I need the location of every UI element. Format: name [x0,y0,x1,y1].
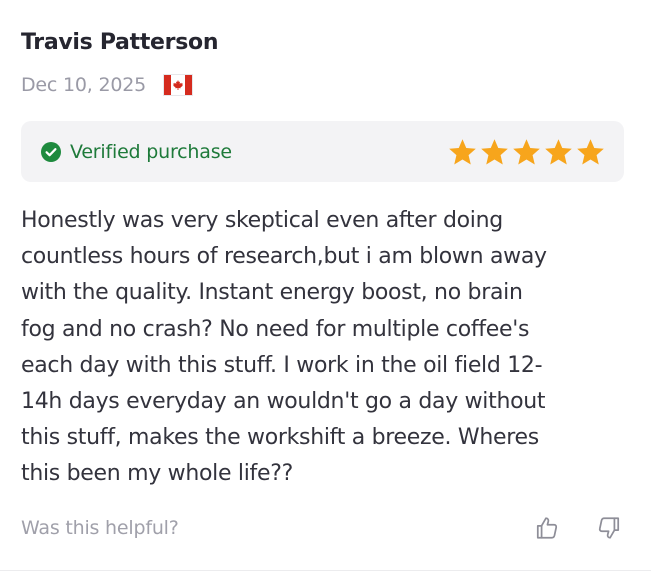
review-text-line: 14h days everyday an wouldn't go a day w… [21,389,546,415]
star-icon [479,137,510,167]
star-rating [447,121,606,182]
review-date: Dec 10, 2025 [21,74,147,96]
thumbs-down-icon[interactable] [596,515,622,541]
reviewer-name: Travis Patterson [21,30,219,55]
review-text-line: countless hours of research,but i am blo… [21,244,547,270]
star-icon [575,137,606,167]
divider [0,570,651,571]
verified-rating-bar: Verified purchase [21,121,624,182]
verified-purchase-badge: Verified purchase [41,121,232,182]
review-text-line: Honestly was very skeptical even after d… [21,208,503,233]
review-meta: Dec 10, 2025 [21,74,194,96]
verified-purchase-label: Verified purchase [70,140,232,163]
review-text: Honestly was very skeptical even after d… [21,203,631,493]
review-text-line: fog and no crash? No need for multiple c… [21,316,530,342]
review-card: Travis Patterson Dec 10, 2025 Verified p… [0,0,651,575]
review-text-line: this stuff, makes the workshift a breeze… [21,425,539,451]
review-text-line: with the quality. Instant energy boost, … [21,280,523,306]
thumbs-up-icon[interactable] [534,515,560,541]
canada-flag-icon [163,74,194,96]
helpful-votes [534,515,622,541]
helpful-row: Was this helpful? [21,510,624,546]
star-icon [511,137,542,167]
review-text-line: this been my whole life?? [21,461,293,487]
review-text-line: each day with this stuff. I work in the … [21,352,543,378]
star-icon [543,137,574,167]
check-circle-icon [41,141,61,162]
star-icon [447,137,478,167]
helpful-label: Was this helpful? [21,517,179,539]
